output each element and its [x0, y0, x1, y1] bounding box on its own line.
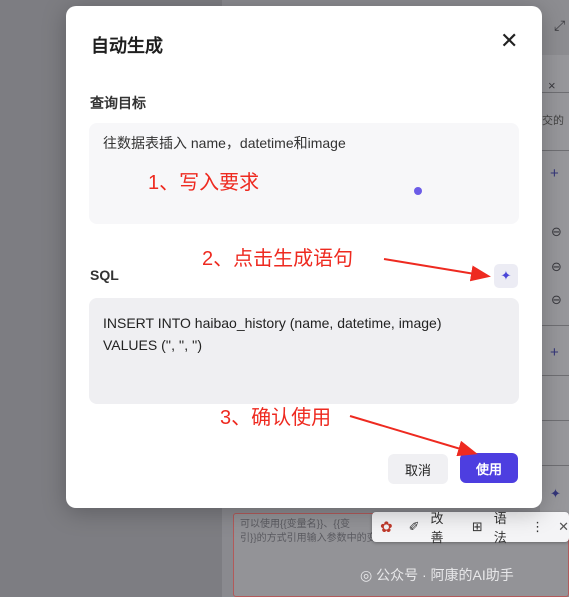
annotation-arrows [349, 258, 491, 457]
arrow-to-generate [383, 258, 491, 282]
arrow-to-use [349, 415, 478, 457]
